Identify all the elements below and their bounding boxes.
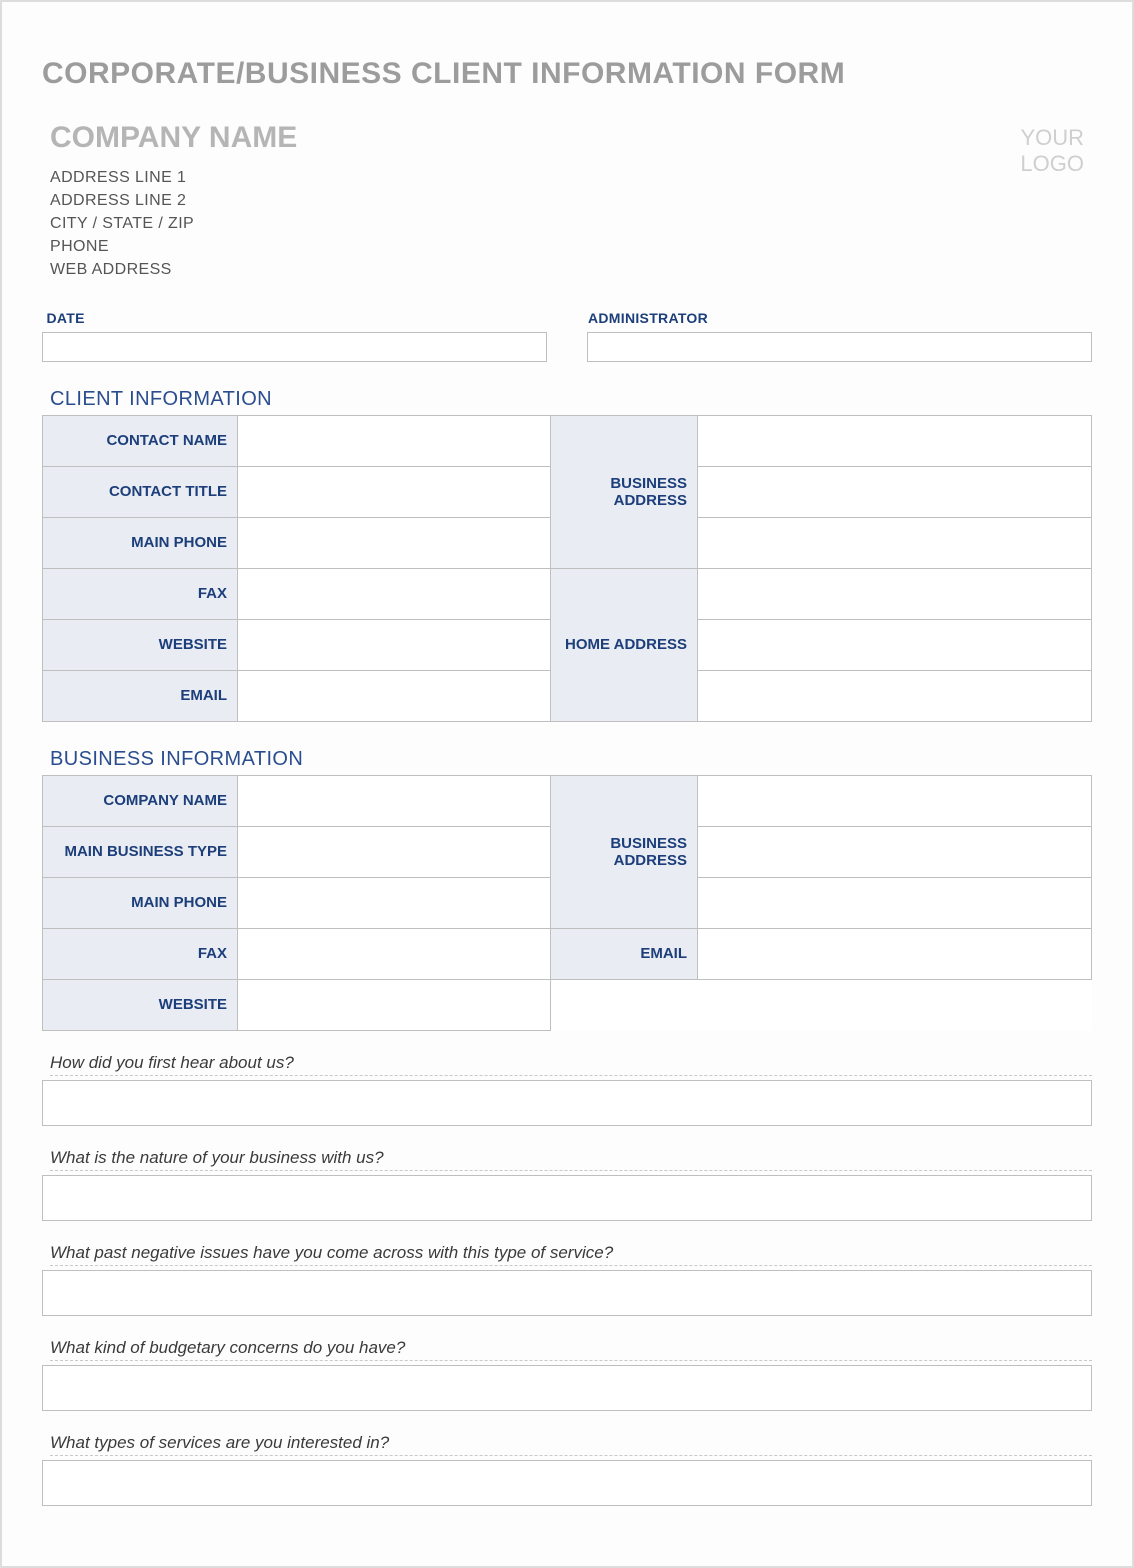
company-name: COMPANY NAME [50, 121, 297, 155]
administrator-label: ADMINISTRATOR [588, 306, 1092, 333]
company-address-1: ADDRESS LINE 1 [50, 169, 297, 187]
logo-placeholder: YOUR LOGO [1020, 125, 1084, 178]
form-page: CORPORATE/BUSINESS CLIENT INFORMATION FO… [0, 0, 1134, 1568]
question-3-input[interactable] [42, 1270, 1092, 1316]
input-home-address-2[interactable] [698, 620, 1092, 671]
input-biz-main-phone[interactable] [238, 878, 551, 929]
label-home-address: HOME ADDRESS [551, 569, 698, 722]
form-title: CORPORATE/BUSINESS CLIENT INFORMATION FO… [42, 57, 1092, 91]
input-biz-business-address-2[interactable] [698, 827, 1092, 878]
label-biz-website: WEBSITE [43, 980, 238, 1031]
date-input[interactable] [43, 333, 547, 362]
company-header-block: COMPANY NAME ADDRESS LINE 1 ADDRESS LINE… [42, 121, 1092, 284]
administrator-input[interactable] [588, 333, 1092, 362]
input-biz-website[interactable] [238, 980, 551, 1031]
question-2-input[interactable] [42, 1175, 1092, 1221]
business-information-table: COMPANY NAME BUSINESS ADDRESS MAIN BUSIN… [42, 775, 1092, 1031]
label-main-business-type: MAIN BUSINESS TYPE [43, 827, 238, 878]
label-biz-company-name: COMPANY NAME [43, 776, 238, 827]
input-business-address-2[interactable] [698, 467, 1092, 518]
date-label: DATE [43, 306, 547, 333]
business-information-heading: BUSINESS INFORMATION [50, 748, 1092, 771]
input-biz-business-address-3[interactable] [698, 878, 1092, 929]
company-phone: PHONE [50, 238, 297, 256]
logo-placeholder-line1: YOUR [1020, 125, 1084, 151]
label-biz-main-phone: MAIN PHONE [43, 878, 238, 929]
input-biz-email[interactable] [698, 929, 1092, 980]
company-web: WEB ADDRESS [50, 261, 297, 279]
input-client-website[interactable] [238, 620, 551, 671]
question-5-input[interactable] [42, 1460, 1092, 1506]
company-city-state-zip: CITY / STATE / ZIP [50, 215, 297, 233]
label-client-email: EMAIL [43, 671, 238, 722]
question-4-label: What kind of budgetary concerns do you h… [50, 1338, 1092, 1361]
label-biz-email: EMAIL [551, 929, 698, 980]
label-biz-fax: FAX [43, 929, 238, 980]
label-biz-business-address: BUSINESS ADDRESS [551, 776, 698, 929]
label-contact-name: CONTACT NAME [43, 416, 238, 467]
company-address-2: ADDRESS LINE 2 [50, 192, 297, 210]
input-main-business-type[interactable] [238, 827, 551, 878]
input-client-email[interactable] [238, 671, 551, 722]
client-information-heading: CLIENT INFORMATION [50, 388, 1092, 411]
question-2-label: What is the nature of your business with… [50, 1148, 1092, 1171]
input-biz-company-name[interactable] [238, 776, 551, 827]
label-client-fax: FAX [43, 569, 238, 620]
input-client-main-phone[interactable] [238, 518, 551, 569]
question-1-input[interactable] [42, 1080, 1092, 1126]
input-client-fax[interactable] [238, 569, 551, 620]
input-contact-title[interactable] [238, 467, 551, 518]
label-client-main-phone: MAIN PHONE [43, 518, 238, 569]
question-1-label: How did you first hear about us? [50, 1053, 1092, 1076]
client-information-table: CONTACT NAME BUSINESS ADDRESS CONTACT TI… [42, 415, 1092, 722]
input-business-address-1[interactable] [698, 416, 1092, 467]
input-biz-business-address-1[interactable] [698, 776, 1092, 827]
input-home-address-3[interactable] [698, 671, 1092, 722]
label-business-address: BUSINESS ADDRESS [551, 416, 698, 569]
label-contact-title: CONTACT TITLE [43, 467, 238, 518]
label-client-website: WEBSITE [43, 620, 238, 671]
input-business-address-3[interactable] [698, 518, 1092, 569]
input-contact-name[interactable] [238, 416, 551, 467]
question-3-label: What past negative issues have you come … [50, 1243, 1092, 1266]
date-admin-table: DATE ADMINISTRATOR [42, 306, 1092, 362]
question-5-label: What types of services are you intereste… [50, 1433, 1092, 1456]
input-home-address-1[interactable] [698, 569, 1092, 620]
input-biz-fax[interactable] [238, 929, 551, 980]
question-4-input[interactable] [42, 1365, 1092, 1411]
logo-placeholder-line2: LOGO [1020, 151, 1084, 177]
